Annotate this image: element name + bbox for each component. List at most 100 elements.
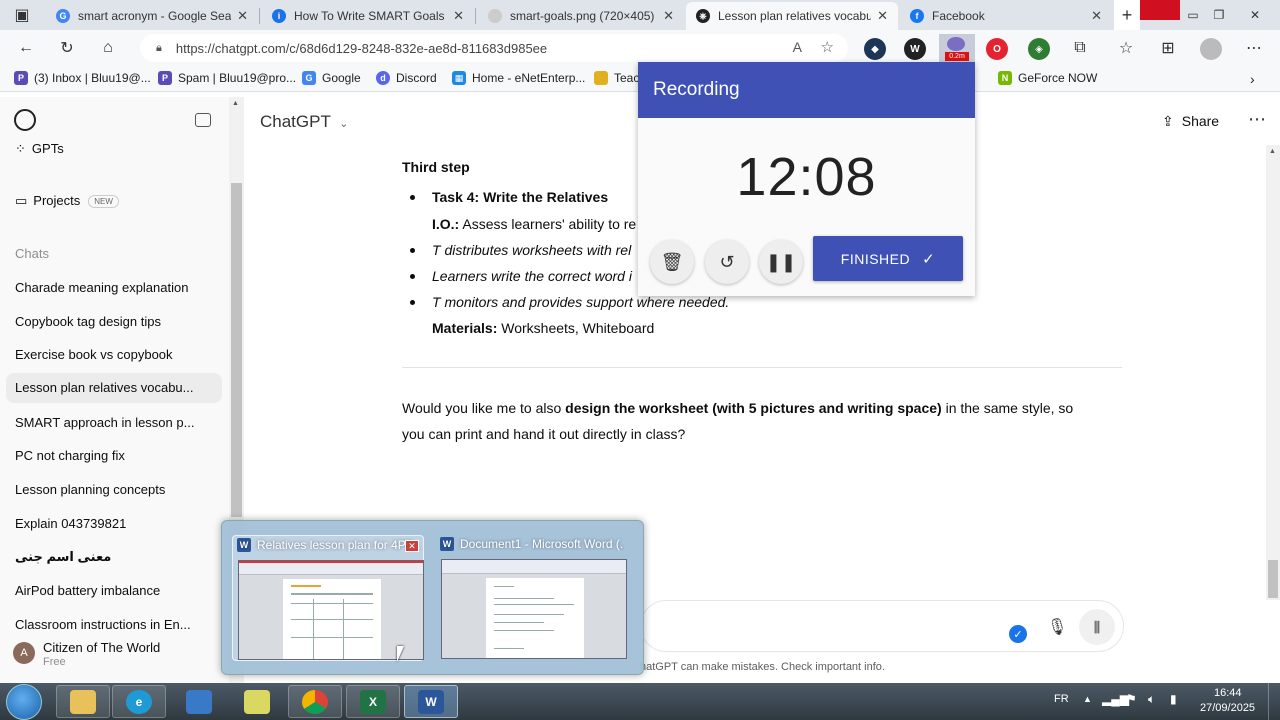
- home-icon[interactable]: ⌂: [94, 34, 122, 62]
- scroll-up-icon[interactable]: ▲: [1269, 148, 1276, 155]
- volume-icon[interactable]: 🔈︎: [1148, 692, 1155, 707]
- reload-icon[interactable]: ↻: [53, 34, 81, 62]
- preview-window-document1[interactable]: W Document1 - Microsoft Word (...: [436, 535, 628, 661]
- gem-extension-icon[interactable]: ◈: [1028, 38, 1050, 60]
- main-scrollbar[interactable]: ▲: [1266, 145, 1280, 600]
- profile-avatar[interactable]: [1200, 38, 1222, 60]
- close-icon[interactable]: ✕: [237, 8, 248, 24]
- user-menu[interactable]: A Citizen of The World Free: [0, 629, 229, 683]
- google-icon: G: [56, 9, 70, 23]
- recorder-extension-button[interactable]: 0.2m: [939, 34, 975, 64]
- word-icon: W: [237, 538, 251, 552]
- back-icon[interactable]: ←: [12, 34, 40, 62]
- chevron-right-icon[interactable]: ›: [1250, 71, 1255, 87]
- taskbar-word[interactable]: W: [404, 685, 458, 718]
- chat-item[interactable]: Explain 043739821: [15, 516, 126, 531]
- bookmark-google[interactable]: G Google: [302, 71, 361, 85]
- tab-google-search[interactable]: G smart acronym - Google Search ✕: [46, 2, 258, 30]
- close-icon[interactable]: ✕: [877, 8, 888, 24]
- opera-extension-icon[interactable]: O: [986, 38, 1008, 60]
- bookmark-discord[interactable]: d Discord: [376, 71, 437, 85]
- scroll-thumb[interactable]: [231, 183, 242, 517]
- taskbar-chrome[interactable]: [288, 685, 342, 718]
- chat-item[interactable]: Copybook tag design tips: [15, 314, 161, 329]
- minimize-button[interactable]: ▭: [1180, 0, 1206, 30]
- question-line-2: you can print and hand it out directly i…: [402, 426, 686, 442]
- close-icon[interactable]: ✕: [453, 8, 464, 24]
- model-selector[interactable]: ChatGPT ⌄: [260, 112, 349, 132]
- chat-item[interactable]: Classroom instructions in En...: [15, 617, 191, 629]
- extensions-icon[interactable]: ⧉: [1066, 34, 1094, 62]
- clock-time[interactable]: 16:44: [1214, 687, 1242, 699]
- flag-icon[interactable]: ⚑: [1126, 692, 1137, 706]
- new-tab-button[interactable]: +: [1114, 0, 1140, 30]
- chat-item[interactable]: Lesson planning concepts: [15, 482, 165, 497]
- taskbar-edge[interactable]: e: [112, 685, 166, 718]
- show-desktop-button[interactable]: [1268, 683, 1280, 720]
- bookmark-spam[interactable]: P Spam | Bluu19@pro...: [158, 71, 296, 85]
- sidebar-toggle-icon[interactable]: [195, 113, 211, 127]
- sidebar-item-projects[interactable]: ▭ Projects NEW: [15, 193, 119, 209]
- tab-facebook[interactable]: f Facebook ✕: [900, 2, 1112, 30]
- more-options-icon[interactable]: ⋯: [1248, 109, 1266, 130]
- read-aloud-icon[interactable]: A: [793, 39, 802, 55]
- favorites-icon[interactable]: ☆: [1112, 34, 1140, 62]
- collections-icon[interactable]: ⊞: [1154, 34, 1182, 62]
- finished-button[interactable]: FINISHED ✓: [813, 236, 963, 281]
- chat-item-selected[interactable]: Lesson plan relatives vocabu...: [6, 373, 222, 403]
- close-icon[interactable]: ✕: [1091, 8, 1102, 24]
- pause-recording-button[interactable]: ❚❚: [759, 240, 803, 284]
- bookmark-inbox[interactable]: P (3) Inbox | Bluu19@...: [14, 71, 151, 85]
- language-indicator[interactable]: FR: [1054, 693, 1069, 705]
- redacted-block: [1140, 0, 1180, 20]
- chat-item[interactable]: PC not charging fix: [15, 448, 125, 463]
- tab-smart-goals[interactable]: i How To Write SMART Goals (With Example…: [262, 2, 474, 30]
- tab-lesson-plan[interactable]: ⎈ Lesson plan relatives vocabulary ✕: [686, 2, 898, 30]
- bookmark-geforce[interactable]: N GeForce NOW: [998, 71, 1097, 85]
- sidebar-item-gpts[interactable]: ⁘ GPTs: [15, 141, 64, 157]
- address-bar[interactable]: 🔒︎ https://chatgpt.com/c/68d6d129-8248-8…: [140, 34, 848, 62]
- chat-item[interactable]: معنى اسم جنى: [15, 549, 111, 565]
- share-button[interactable]: ⇪ Share: [1162, 113, 1219, 130]
- taskbar-explorer[interactable]: [56, 685, 110, 718]
- taskbar-excel[interactable]: X: [346, 685, 400, 718]
- taskbar-app[interactable]: [172, 685, 226, 718]
- shield-extension-icon[interactable]: ◆: [864, 38, 886, 60]
- bookmark-enet[interactable]: ▦ Home - eNetEnterp...: [452, 71, 585, 85]
- microphone-icon[interactable]: 🎙︎: [1047, 617, 1067, 637]
- tab-separator: [259, 8, 260, 24]
- recorder-extension-icon: [947, 37, 965, 51]
- scroll-up-icon[interactable]: ▲: [232, 100, 239, 107]
- show-hidden-icons[interactable]: ▲: [1083, 694, 1092, 704]
- preview-window-relatives[interactable]: W Relatives lesson plan for 4PS... ✕: [232, 535, 424, 661]
- delete-recording-button[interactable]: 🗑︎: [650, 240, 694, 284]
- start-button[interactable]: [6, 684, 42, 720]
- network-icon[interactable]: ▂▄▆: [1102, 692, 1129, 706]
- favorite-star-icon[interactable]: ☆: [821, 38, 834, 56]
- mouse-cursor-icon: [397, 646, 404, 662]
- openai-logo-icon[interactable]: [14, 109, 36, 131]
- io-line: I.O.: Assess learners' ability to re: [432, 216, 637, 232]
- close-window-button[interactable]: ✕: [1240, 0, 1270, 30]
- tab-actions-icon[interactable]: ▣: [8, 1, 36, 29]
- close-icon[interactable]: ✕: [663, 8, 674, 24]
- more-menu-icon[interactable]: ⋯: [1240, 34, 1268, 62]
- restore-button[interactable]: ❐: [1206, 0, 1232, 30]
- chat-item[interactable]: SMART approach in lesson p...: [15, 415, 194, 430]
- chat-item[interactable]: Charade meaning explanation: [15, 280, 188, 295]
- taskbar-preview: W Relatives lesson plan for 4PS... ✕ W D…: [221, 520, 644, 675]
- close-preview-button[interactable]: ✕: [405, 540, 419, 552]
- bookmark-folder[interactable]: Teac: [594, 71, 639, 85]
- word-icon: W: [440, 537, 454, 551]
- battery-icon[interactable]: ▮: [1170, 692, 1177, 706]
- tab-image[interactable]: smart-goals.png (720×405) ✕: [478, 2, 684, 30]
- taskbar-sticky-notes[interactable]: [230, 685, 284, 718]
- scroll-thumb[interactable]: [1268, 560, 1278, 598]
- clock-date[interactable]: 27/09/2025: [1200, 702, 1255, 714]
- restart-recording-button[interactable]: ↺: [705, 240, 749, 284]
- w-extension-icon[interactable]: W: [904, 38, 926, 60]
- voice-mode-button[interactable]: ⫼: [1079, 609, 1115, 645]
- chat-item[interactable]: Exercise book vs copybook: [15, 347, 173, 362]
- message-composer[interactable]: ✓ 🎙︎ ⫼: [640, 600, 1124, 652]
- chat-item[interactable]: AirPod battery imbalance: [15, 583, 160, 598]
